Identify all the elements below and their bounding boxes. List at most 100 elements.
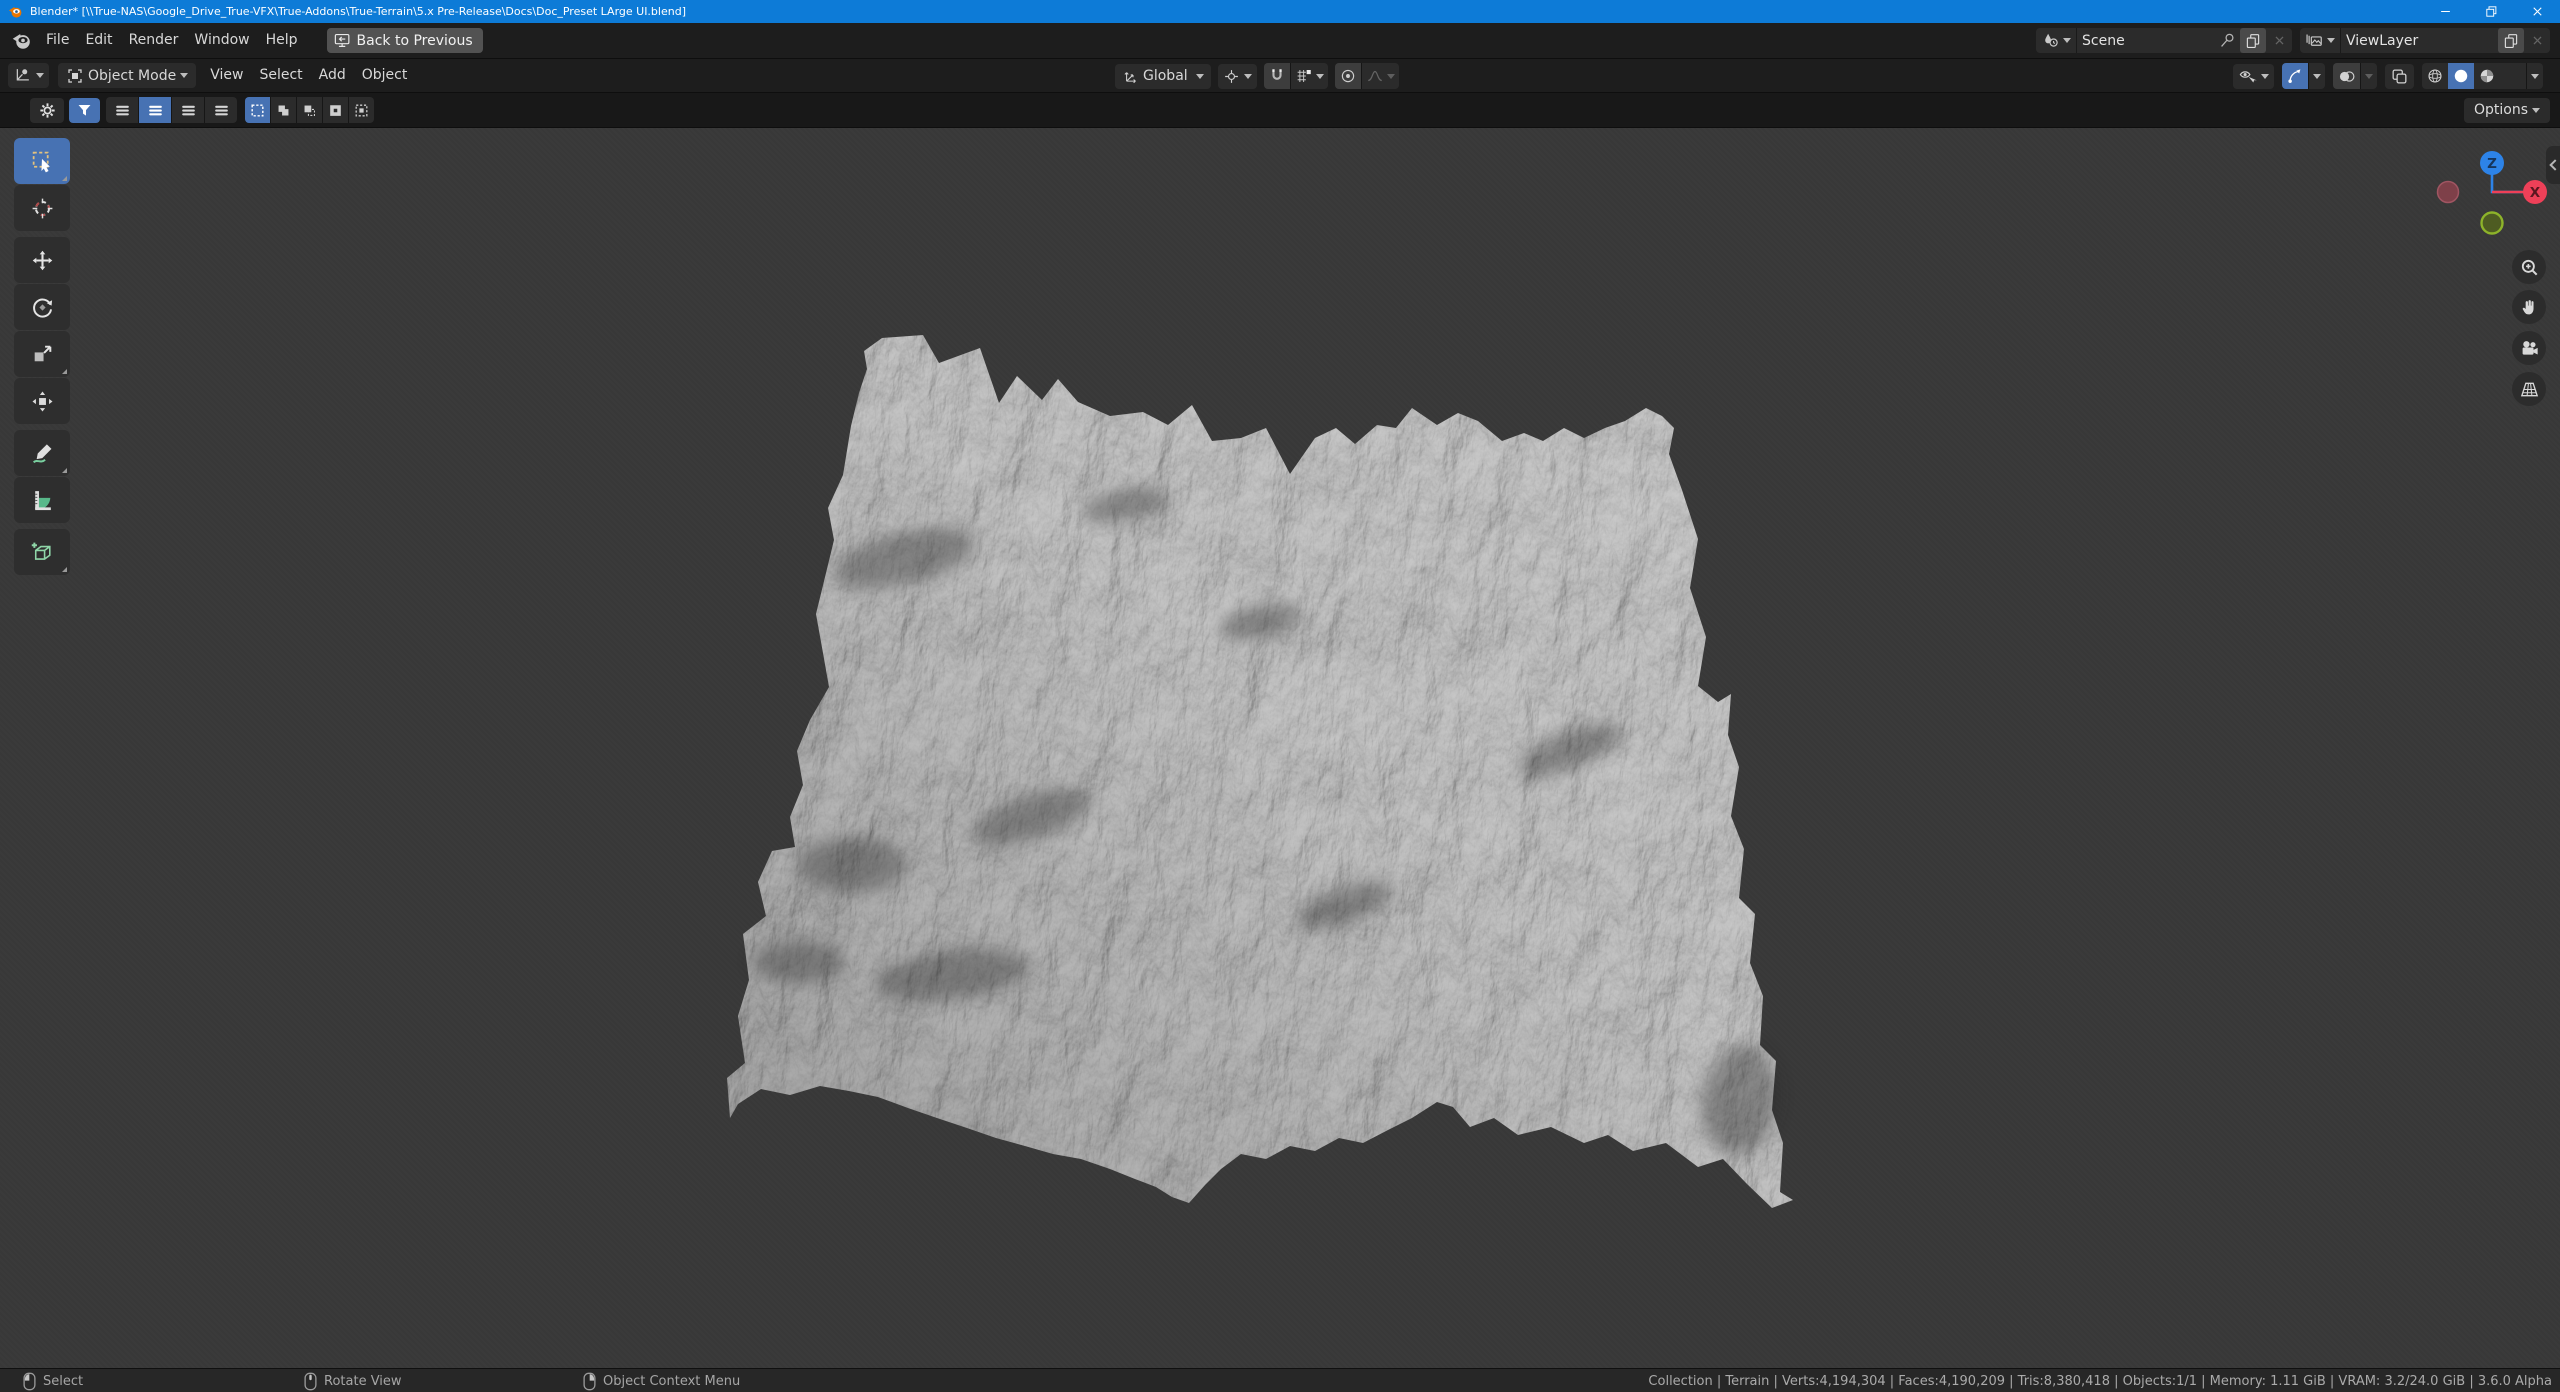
editor-type-icon [13, 66, 32, 85]
tool-cursor[interactable] [14, 185, 70, 231]
tool-settings-button[interactable] [30, 98, 64, 123]
list-display-option-3[interactable] [172, 97, 204, 123]
filter-icon [75, 101, 94, 120]
annotate-tool-icon [30, 441, 55, 466]
tool-transform[interactable] [14, 378, 70, 424]
filter-button[interactable] [69, 98, 100, 123]
scene-name: Scene [2082, 33, 2125, 49]
menu-render[interactable]: Render [121, 23, 187, 58]
app-menu-button[interactable] [10, 30, 32, 52]
middle-mouse-icon [304, 1372, 317, 1391]
menu-help[interactable]: Help [258, 23, 306, 58]
back-icon [333, 31, 352, 50]
proportional-editing-toggle[interactable] [1335, 63, 1361, 89]
chevron-down-icon [1316, 74, 1324, 79]
list-icon [146, 101, 165, 120]
perspective-toggle-button[interactable] [2512, 372, 2546, 406]
axis-y-ball[interactable] [2482, 213, 2503, 234]
axis-x-negative-ball[interactable] [2438, 182, 2459, 203]
close-button[interactable] [2514, 0, 2560, 23]
menu-edit[interactable]: Edit [77, 23, 120, 58]
snap-target-icon [1295, 67, 1313, 85]
select-mode-set[interactable] [245, 97, 270, 123]
list-display-option-2[interactable] [139, 97, 171, 123]
overlays-icon [2337, 67, 2356, 86]
transform-orientation-dropdown[interactable]: Global [1115, 64, 1211, 89]
tool-settings-icon [38, 101, 57, 120]
snap-toggle[interactable] [1264, 63, 1290, 89]
list-display-option-1[interactable] [106, 97, 138, 123]
restore-button[interactable] [2468, 0, 2514, 23]
menu-file[interactable]: File [38, 23, 77, 58]
new-view-layer-button[interactable] [2498, 28, 2524, 53]
options-dropdown[interactable]: Options [2464, 98, 2550, 123]
select-mode-intersect[interactable] [349, 97, 374, 123]
select-mode-difference[interactable] [323, 97, 348, 123]
menu-add[interactable]: Add [311, 58, 354, 93]
proportional-falloff-dropdown[interactable] [1362, 63, 1399, 89]
sidebar-collapse-tab[interactable] [2546, 146, 2560, 184]
viewport-header: Object Mode View Select Add Object Globa… [0, 59, 2560, 93]
gizmo-toggle[interactable] [2282, 63, 2308, 89]
select-extend-icon [275, 102, 292, 119]
scene-name-field[interactable]: Scene [2077, 28, 2216, 53]
chevron-down-icon [2365, 74, 2373, 79]
snap-magnet-icon [1268, 67, 1286, 85]
xray-toggle[interactable] [2385, 64, 2414, 89]
shading-solid-button[interactable] [2448, 63, 2474, 89]
mode-selector[interactable]: Object Mode [58, 63, 196, 88]
unlink-scene-button[interactable] [2267, 28, 2292, 53]
shading-rendered-button[interactable] [2500, 63, 2526, 89]
show-object-types-dropdown[interactable] [2233, 64, 2274, 89]
view-layer-name-field[interactable]: ViewLayer [2341, 28, 2497, 53]
zoom-icon [2518, 256, 2541, 279]
chevron-down-icon [2531, 74, 2539, 79]
collapse-sidebar-icon [2549, 159, 2560, 170]
shading-material-button[interactable] [2474, 63, 2500, 89]
unlink-icon [2529, 32, 2546, 49]
tool-measure[interactable] [14, 477, 70, 523]
options-label: Options [2474, 102, 2528, 118]
menu-window[interactable]: Window [186, 23, 257, 58]
terrain-surface [727, 335, 1793, 1208]
editor-type-button[interactable] [8, 63, 49, 88]
remove-view-layer-button[interactable] [2525, 28, 2550, 53]
snap-settings-dropdown[interactable] [1291, 63, 1328, 89]
minimize-button[interactable] [2422, 0, 2468, 23]
scene-selector: Scene [2036, 28, 2292, 53]
chevron-down-icon [2261, 74, 2269, 79]
tool-add-cube[interactable] [14, 529, 70, 575]
axis-x-label: X [2530, 185, 2541, 201]
tool-rotate[interactable] [14, 284, 70, 330]
gizmo-settings-dropdown[interactable] [2309, 63, 2325, 89]
list-display-option-4[interactable] [205, 97, 237, 123]
pan-button[interactable] [2512, 290, 2546, 324]
menu-object[interactable]: Object [354, 58, 416, 93]
orientation-icon [1122, 68, 1139, 85]
tool-scale[interactable] [14, 331, 70, 377]
navigation-gizmo[interactable]: Z X [2426, 140, 2556, 250]
proportional-editing-icon [1339, 67, 1357, 85]
tool-move[interactable] [14, 237, 70, 283]
camera-view-button[interactable] [2512, 331, 2546, 365]
zoom-button[interactable] [2512, 250, 2546, 284]
select-mode-subtract[interactable] [297, 97, 322, 123]
pivot-point-dropdown[interactable] [1218, 64, 1257, 89]
menu-select[interactable]: Select [251, 58, 310, 93]
axis-x-ball[interactable]: X [2523, 180, 2547, 204]
tool-annotate[interactable] [14, 430, 70, 476]
menu-view[interactable]: View [202, 58, 251, 93]
axis-z-ball[interactable]: Z [2480, 151, 2504, 175]
new-scene-button[interactable] [2240, 28, 2266, 53]
tool-select-box[interactable] [14, 138, 70, 184]
view-layer-browse-button[interactable] [2300, 28, 2340, 53]
back-to-previous-button[interactable]: Back to Previous [327, 28, 483, 53]
select-mode-extend[interactable] [271, 97, 296, 123]
shading-wireframe-button[interactable] [2422, 63, 2448, 89]
scene-browse-button[interactable] [2036, 28, 2076, 53]
shading-settings-dropdown[interactable] [2527, 63, 2543, 89]
terrain-mesh[interactable] [700, 320, 1820, 1220]
pin-scene-button[interactable] [2216, 28, 2239, 53]
overlays-settings-dropdown[interactable] [2361, 63, 2377, 89]
overlays-toggle[interactable] [2333, 63, 2360, 89]
